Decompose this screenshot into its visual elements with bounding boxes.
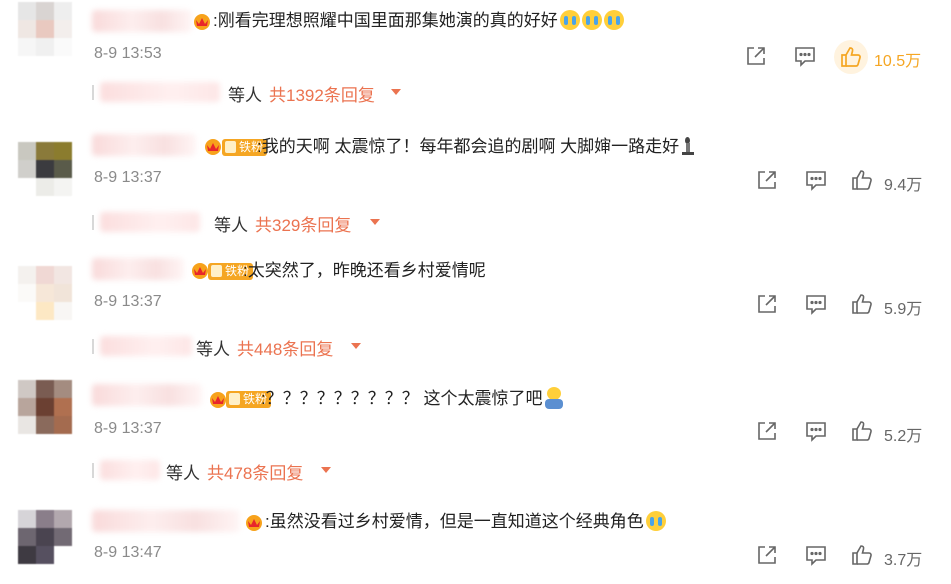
vip-crown-icon bbox=[246, 515, 262, 531]
reply-count-link[interactable]: 共478条回复 bbox=[207, 459, 303, 484]
like-count: 9.4万 bbox=[884, 177, 923, 194]
fan-badge-icon bbox=[229, 393, 240, 405]
comment-actions: 9.4万 bbox=[0, 164, 951, 196]
candle-emoji-icon bbox=[682, 137, 695, 155]
like-count: 5.2万 bbox=[884, 428, 923, 445]
like-icon bbox=[841, 47, 861, 67]
comment-icon[interactable] bbox=[804, 543, 828, 567]
reply-username bbox=[100, 212, 200, 232]
shocked-emoji-icon bbox=[545, 387, 564, 409]
reply-who: 等人 bbox=[228, 86, 262, 105]
share-icon[interactable] bbox=[755, 543, 779, 567]
username[interactable] bbox=[92, 258, 184, 280]
like-icon bbox=[852, 421, 872, 441]
share-icon[interactable] bbox=[755, 419, 779, 443]
caret-down-icon bbox=[370, 219, 380, 225]
fan-badge-icon bbox=[211, 265, 222, 277]
share-icon[interactable] bbox=[755, 168, 779, 192]
reply-who: 等人 bbox=[166, 464, 200, 483]
comment-icon[interactable] bbox=[804, 168, 828, 192]
like-button[interactable]: 3.7万 bbox=[850, 539, 932, 571]
comment-text: :我的天啊 太震惊了！每年都会追的剧啊 大脚婶一路走好 bbox=[257, 136, 695, 158]
like-count: 3.7万 bbox=[884, 552, 923, 569]
comment-item: :虽然没看过乡村爱情，但是一直知道这个经典角色 8-9 13:47 3.7万 bbox=[0, 496, 951, 584]
crying-emoji-icon bbox=[645, 511, 666, 531]
username[interactable] bbox=[92, 134, 196, 156]
crying-emoji-icon bbox=[559, 10, 580, 30]
divider bbox=[92, 85, 94, 100]
comment-text: :刚看完理想照耀中国里面那集她演的真的好好 bbox=[213, 10, 624, 32]
comment-text: :虽然没看过乡村爱情，但是一直知道这个经典角色 bbox=[265, 511, 666, 533]
like-button[interactable]: 10.5万 bbox=[834, 40, 930, 74]
comment-icon[interactable] bbox=[804, 292, 828, 316]
crying-emoji-icon bbox=[603, 10, 624, 30]
comment-text: :太突然了，昨晚还看乡村爱情呢 bbox=[243, 261, 486, 280]
comment-actions: 5.9万 bbox=[0, 288, 951, 320]
like-count: 5.9万 bbox=[884, 301, 923, 318]
comment-item: 铁粉 :我的天啊 太震惊了！每年都会追的剧啊 大脚婶一路走好 8-9 13:37… bbox=[0, 124, 951, 248]
comment-actions: 5.2万 bbox=[0, 415, 951, 447]
vip-crown-icon bbox=[205, 139, 221, 155]
divider bbox=[92, 215, 94, 230]
like-icon bbox=[852, 545, 872, 565]
like-icon bbox=[852, 170, 872, 190]
comment-item: :刚看完理想照耀中国里面那集她演的真的好好 8-9 13:53 10.5万 等人… bbox=[0, 0, 951, 124]
like-icon bbox=[852, 294, 872, 314]
crying-emoji-icon bbox=[581, 10, 602, 30]
reply-who: 等人 bbox=[214, 216, 248, 235]
share-icon[interactable] bbox=[744, 44, 768, 68]
caret-down-icon bbox=[321, 467, 331, 473]
divider bbox=[92, 339, 94, 354]
like-count: 10.5万 bbox=[874, 53, 922, 70]
caret-down-icon bbox=[391, 89, 401, 95]
comment-item: 铁粉 :太突然了，昨晚还看乡村爱情呢 8-9 13:37 5.9万 等人 共44… bbox=[0, 248, 951, 372]
caret-down-icon bbox=[351, 343, 361, 349]
divider bbox=[92, 463, 94, 478]
comment-actions: 10.5万 bbox=[0, 40, 951, 74]
reply-who: 等人 bbox=[196, 340, 230, 359]
reply-count-link[interactable]: 共448条回复 bbox=[237, 335, 333, 360]
comment-text: :？？？？？？？？？ 这个太震惊了吧 bbox=[261, 387, 564, 410]
reply-username bbox=[100, 336, 192, 356]
fan-badge-icon bbox=[225, 141, 236, 153]
comment-icon[interactable] bbox=[793, 44, 817, 68]
like-button[interactable]: 5.2万 bbox=[850, 415, 932, 447]
like-button[interactable]: 9.4万 bbox=[850, 164, 932, 196]
share-icon[interactable] bbox=[755, 292, 779, 316]
reply-username bbox=[100, 82, 220, 102]
vip-crown-icon bbox=[194, 14, 210, 30]
username[interactable] bbox=[92, 384, 202, 406]
reply-count-link[interactable]: 共329条回复 bbox=[255, 211, 351, 236]
like-button[interactable]: 5.9万 bbox=[850, 288, 932, 320]
reply-count-link[interactable]: 共1392条回复 bbox=[269, 81, 375, 106]
reply-username bbox=[100, 460, 160, 480]
comment-actions: 3.7万 bbox=[0, 539, 951, 571]
username[interactable] bbox=[92, 10, 192, 32]
comment-item: 铁粉 :？？？？？？？？？ 这个太震惊了吧 8-9 13:37 5.2万 等人 … bbox=[0, 372, 951, 496]
comment-icon[interactable] bbox=[804, 419, 828, 443]
username[interactable] bbox=[92, 510, 240, 532]
